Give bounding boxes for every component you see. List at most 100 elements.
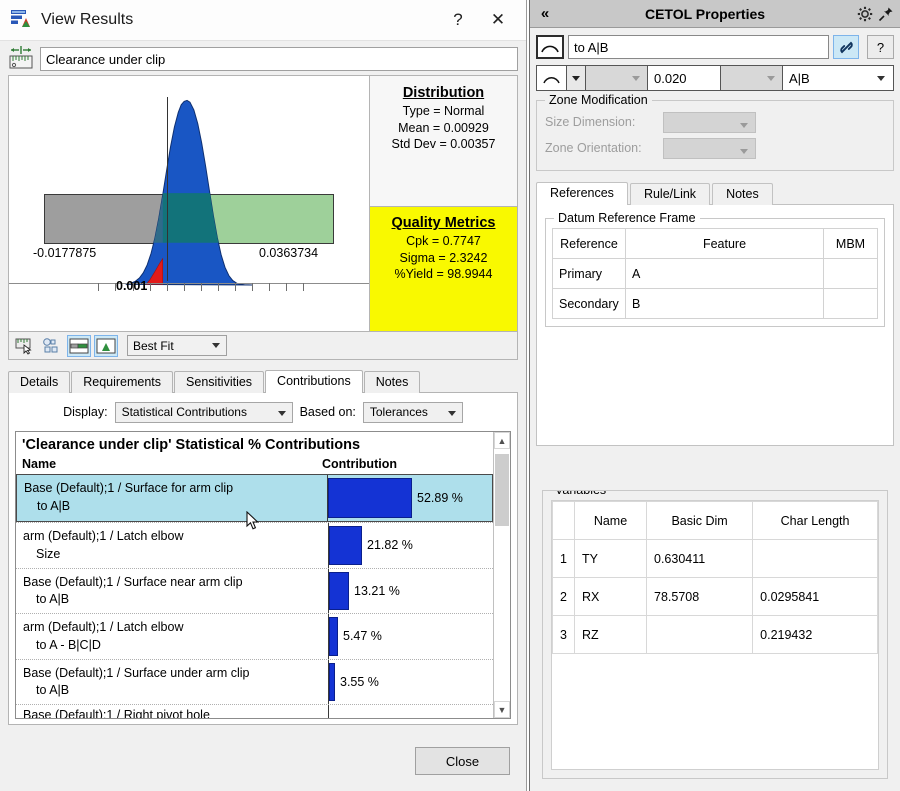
contributions-header: Name Contribution: [16, 457, 493, 474]
table-row[interactable]: 2 RX 78.5708 0.0295841: [553, 578, 878, 616]
feature-name-field[interactable]: to A|B: [568, 35, 829, 59]
zone-modification-legend: Zone Modification: [545, 93, 652, 107]
contribution-percent: 52.89 %: [417, 491, 463, 505]
variable-basic-dim: 78.5708: [647, 578, 753, 616]
tab-sensitivities[interactable]: Sensitivities: [174, 371, 264, 393]
tab-references[interactable]: References: [536, 182, 628, 205]
cetol-titlebar: « CETOL Properties: [530, 0, 900, 28]
table-row[interactable]: Primary A: [553, 259, 878, 289]
gear-icon[interactable]: [854, 3, 875, 25]
table-row[interactable]: Base (Default);1 / Surface for arm clip …: [16, 474, 493, 522]
close-button[interactable]: Close: [415, 747, 510, 775]
pin-icon[interactable]: [875, 3, 896, 25]
variables-table: Name Basic Dim Char Length 1 TY 0.630411…: [552, 501, 878, 654]
axis-tick: [286, 283, 287, 291]
references-tab-panel: Datum Reference Frame Reference Feature …: [536, 204, 894, 446]
cetol-panel-title: CETOL Properties: [556, 6, 854, 22]
spec-bar-icon[interactable]: [67, 335, 91, 357]
feature-control-frame: 0.020 A|B: [536, 65, 894, 91]
variables-grid: Name Basic Dim Char Length 1 TY 0.630411…: [551, 500, 879, 770]
fcf-symbol-dropdown[interactable]: [567, 66, 586, 90]
quality-metrics-heading: Quality Metrics: [370, 215, 517, 231]
drf-header-row: Reference Feature MBM: [553, 229, 878, 259]
view-results-body: -0.0177875 0.0363734 0.001 Distribution …: [0, 41, 526, 725]
scroll-up-icon[interactable]: ▲: [494, 432, 510, 449]
cetol-tabstrip: References Rule/Link Notes: [536, 182, 894, 205]
chevron-down-icon: [740, 123, 748, 128]
view-results-footer: Close: [0, 735, 526, 791]
measurement-name-row: [8, 41, 518, 75]
tolerance-value-field[interactable]: 0.020: [648, 66, 721, 90]
components-icon[interactable]: [40, 335, 64, 357]
axis-tick: [235, 283, 236, 291]
table-row[interactable]: Base (Default);1 / Right pivot hole: [16, 704, 493, 718]
chevron-down-icon: [278, 411, 286, 416]
display-select[interactable]: Statistical Contributions: [115, 402, 293, 423]
variables-header-char-length: Char Length: [753, 502, 878, 540]
histogram-icon[interactable]: [94, 335, 118, 357]
chevron-down-icon: [767, 76, 775, 81]
tab-contributions[interactable]: Contributions: [265, 370, 363, 393]
drf-header-reference: Reference: [553, 229, 626, 259]
variable-index: 1: [553, 540, 575, 578]
axis-tick: [167, 283, 168, 291]
table-row[interactable]: Base (Default);1 / Surface under arm cli…: [16, 659, 493, 705]
fcf-modifier-left-dropdown[interactable]: [586, 66, 648, 90]
tab-rule-link[interactable]: Rule/Link: [630, 183, 710, 205]
quality-metrics-panel: Quality Metrics Cpk = 0.7747 Sigma = 2.3…: [370, 206, 517, 331]
contribution-detail: to A - B|C|D: [23, 637, 324, 655]
fcf-modifier-right-dropdown[interactable]: [721, 66, 783, 90]
measurement-icon: [8, 45, 34, 74]
table-row[interactable]: 1 TY 0.630411: [553, 540, 878, 578]
variables-legend: Variables: [551, 490, 610, 497]
contributions-rows-area: 'Clearance under clip' Statistical % Con…: [16, 432, 493, 718]
cetol-help-button[interactable]: ?: [867, 35, 894, 59]
table-row[interactable]: Base (Default);1 / Surface near arm clip…: [16, 568, 493, 614]
variables-header-name: Name: [575, 502, 647, 540]
chevron-down-icon: [740, 149, 748, 154]
x-axis-min-label: -0.0177875: [33, 246, 96, 260]
variable-name: RZ: [575, 616, 647, 654]
tab-details[interactable]: Details: [8, 371, 70, 393]
scroll-down-icon[interactable]: ▼: [494, 701, 510, 718]
contribution-name: Base (Default);1 / Surface near arm clip: [23, 575, 243, 589]
drf-primary-feature: A: [626, 259, 824, 289]
quality-sigma: Sigma = 2.3242: [370, 250, 517, 267]
measurement-name-input[interactable]: [40, 47, 518, 71]
fit-select[interactable]: Best Fit: [127, 335, 227, 356]
datum-reference-dropdown[interactable]: A|B: [783, 66, 893, 90]
chart-info-sidebar: Distribution Type = Normal Mean = 0.0092…: [369, 76, 517, 331]
link-icon[interactable]: [833, 35, 859, 59]
contribution-bar: [329, 663, 335, 702]
table-row[interactable]: arm (Default);1 / Latch elbow Size 21.82…: [16, 522, 493, 568]
axis-tick: [269, 283, 270, 291]
variable-char-length: 0.219432: [753, 616, 878, 654]
profile-of-surface-icon[interactable]: [536, 35, 564, 59]
tolerance-value: 0.020: [654, 71, 687, 86]
table-row[interactable]: Secondary B: [553, 289, 878, 319]
drf-primary-mbm: [824, 259, 878, 289]
collapse-panel-button[interactable]: «: [534, 5, 556, 22]
zone-orientation-select: [663, 138, 756, 159]
tab-notes[interactable]: Notes: [364, 371, 421, 393]
distribution-panel: Distribution Type = Normal Mean = 0.0092…: [370, 76, 517, 206]
tab-cetol-notes[interactable]: Notes: [712, 183, 773, 205]
axis-tick: [218, 283, 219, 291]
variables-header-basic-dim: Basic Dim: [647, 502, 753, 540]
based-on-select[interactable]: Tolerances: [363, 402, 463, 423]
contribution-percent: 21.82 %: [367, 538, 413, 552]
axis-tick: [98, 283, 99, 291]
scrollbar-thumb[interactable]: [495, 454, 509, 526]
measure-select-icon[interactable]: [13, 335, 37, 357]
tab-requirements[interactable]: Requirements: [71, 371, 173, 393]
table-row[interactable]: arm (Default);1 / Latch elbow to A - B|C…: [16, 613, 493, 659]
table-row[interactable]: 3 RZ 0.219432: [553, 616, 878, 654]
help-button[interactable]: ?: [438, 5, 478, 35]
column-header-contribution: Contribution: [322, 457, 487, 471]
variables-group: Variables Name Basic Dim Char Length 1 T…: [542, 490, 888, 779]
contribution-name: arm (Default);1 / Latch elbow: [23, 529, 184, 543]
contributions-scrollbar[interactable]: ▲ ▼: [493, 432, 510, 718]
close-window-button[interactable]: ✕: [478, 5, 518, 35]
chevron-down-icon: [877, 76, 885, 81]
chevron-down-icon: [448, 411, 456, 416]
